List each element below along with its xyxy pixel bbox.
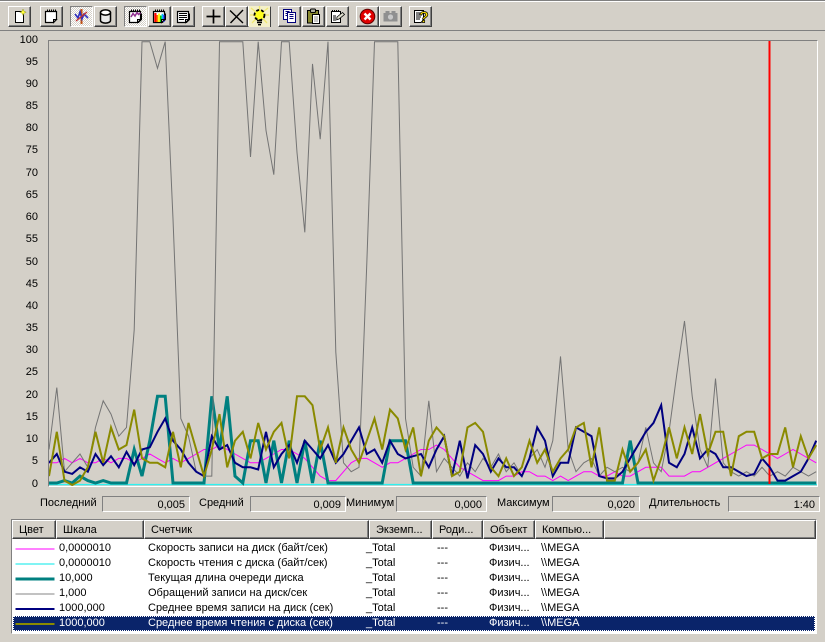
svg-text:?: ? [419,10,429,26]
